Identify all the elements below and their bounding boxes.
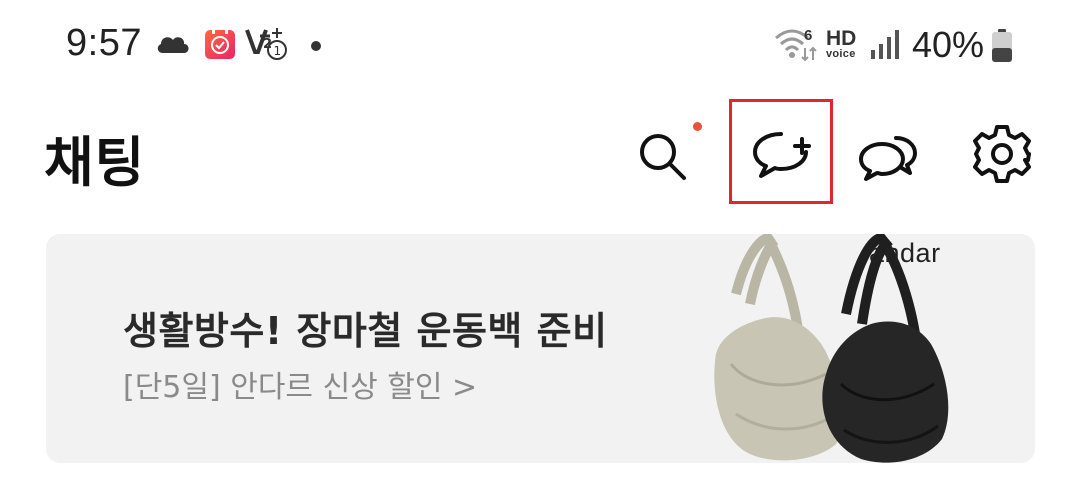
search-button[interactable] [632,124,696,188]
notification-dot [311,41,321,51]
svg-text:1: 1 [274,44,282,58]
status-time: 9:57 [66,22,142,64]
signal-icon [870,28,902,64]
banner-brand-logo: andar [869,238,941,268]
new-chat-button[interactable] [729,99,833,204]
banner-title: 생활방수! 장마철 운동백 준비 [123,309,608,353]
cloud-icon [155,32,191,58]
banner-subtitle: [단5일] 안다르 신상 할인 > [123,370,478,405]
search-notification-dot [693,122,702,131]
hd-voice-icon: HD voice [826,28,856,60]
wifi-badge: 6 [804,27,812,44]
status-bar: 9:57 2 1 6 HD voice 40% [0,0,1080,90]
promo-banner[interactable]: 생활방수! 장마철 운동백 준비 [단5일] 안다르 신상 할인 > andar [46,234,1035,463]
gear-icon [973,125,1031,183]
voice-label: voice [826,48,856,60]
battery-icon [991,29,1013,67]
calendar-app-icon [204,28,236,64]
settings-button[interactable] [970,122,1034,186]
page-title: 채팅 [44,131,146,194]
wifi-icon: 6 [774,26,820,68]
hd-label: HD [826,27,857,50]
open-chat-button[interactable] [856,124,920,188]
new-chat-icon [753,132,811,178]
open-chat-icon [859,136,917,181]
battery-percent: 40% [912,24,985,65]
search-icon [640,134,686,180]
vpn-key-icon: 2 1 [244,26,290,66]
